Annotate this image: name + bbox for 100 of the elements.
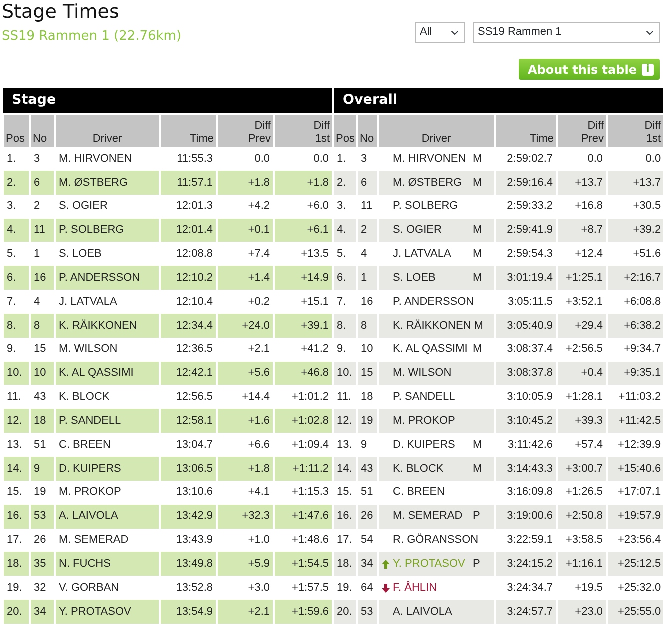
table-cell: +6.1 [274, 218, 334, 242]
info-icon: i [642, 64, 654, 76]
column-header: Time [495, 114, 558, 147]
table-cell: +1.4 [217, 266, 274, 290]
driver-name: C. BREEN [393, 485, 446, 500]
table-cell: +25:12.5 [607, 552, 663, 576]
column-header: Pos [333, 114, 358, 147]
table-cell: +3:00.7 [557, 456, 608, 481]
table-cell: 6 [30, 170, 55, 195]
stage-subtitle: SS19 Rammen 1 (22.76km) [2, 28, 182, 46]
table-cell: 13:49.8 [160, 552, 217, 576]
section-header: Overall [333, 88, 663, 114]
table-cell: 8 [357, 314, 378, 338]
table-cell: D. KUIPERS [55, 456, 160, 481]
driver-name: M. WILSON [393, 366, 453, 382]
driver-name: M. HIRVONEN [393, 152, 468, 167]
table-cell: 1 [357, 266, 378, 290]
column-header: No [30, 114, 55, 147]
class-marker: M [473, 438, 484, 453]
table-cell: M. ØSTBERG [55, 170, 160, 195]
class-marker: M [473, 176, 484, 191]
filter-dropdown[interactable]: All [415, 22, 465, 43]
table-cell: 12:42.1 [160, 362, 217, 386]
table-cell: +46.8 [274, 362, 334, 386]
table-cell: 4. [3, 218, 30, 242]
table-cell: 2:59:16.4 [495, 170, 558, 195]
table-cell: 8. [3, 314, 30, 338]
table-cell: +1.8 [217, 170, 274, 195]
table-cell: 34 [30, 600, 55, 624]
table-cell: +1:16.1 [557, 552, 608, 576]
table-cell: 3:10:45.2 [495, 409, 558, 434]
column-header: Diff 1st [607, 114, 663, 147]
driver-name: R. GÖRANSSON [393, 532, 480, 548]
table-cell: 18. [3, 552, 30, 576]
driver-name: P. SANDELL [393, 390, 456, 406]
table-cell: 13:54.9 [160, 600, 217, 624]
table-cell: +5.6 [217, 362, 274, 386]
table-cell: 10. [3, 362, 30, 386]
page-title: Stage Times [2, 1, 120, 23]
table-cell: 16. [333, 504, 358, 528]
table-cell: +1.6 [217, 409, 274, 434]
table-cell: 12:58.1 [160, 409, 217, 434]
table-cell: +2:50.8 [557, 504, 608, 528]
table-cell: 3:05:40.9 [495, 314, 558, 338]
table-cell: +23.0 [557, 600, 608, 624]
table-cell: +1.8 [274, 170, 334, 195]
table-cell: 2:59:41.9 [495, 218, 558, 242]
driver-name: M. PROKOP [393, 414, 456, 429]
table-cell: 11 [30, 218, 55, 242]
table-cell: 6. [3, 266, 30, 290]
table-cell: +14.9 [274, 266, 334, 290]
column-header: Time [160, 114, 217, 147]
table-cell: 35 [30, 552, 55, 576]
table-cell: 4. [333, 218, 358, 242]
driver-name: Y. PROTASOV [393, 557, 466, 572]
table-cell: 20. [3, 600, 30, 624]
table-cell: N. FUCHS [55, 552, 160, 576]
table-cell: 12:01.4 [160, 218, 217, 242]
table-cell: +2:16.7 [607, 266, 663, 290]
table-cell: 10 [30, 362, 55, 386]
table-cell: +0.1 [217, 218, 274, 242]
table-cell: 26 [357, 504, 378, 528]
driver-name: D. KUIPERS [393, 438, 456, 453]
table-cell: 19 [357, 409, 378, 434]
driver-name: S. OGIER [393, 223, 443, 238]
table-cell: K. RÄIKKONEN [55, 314, 160, 338]
table-cell: +2.1 [217, 600, 274, 624]
table-cell: 3:08:37.8 [495, 362, 558, 386]
table-cell: +1:54.5 [274, 552, 334, 576]
table-cell: 14. [3, 456, 30, 481]
table-cell: 10. [333, 362, 358, 386]
table-cell: +1:47.6 [274, 504, 334, 528]
driver-name: P. SOLBERG [393, 199, 460, 214]
driver-name: S. LOEB [393, 270, 437, 286]
table-cell: +1:11.2 [274, 456, 334, 481]
table-cell: +9:35.1 [607, 362, 663, 386]
table-cell: P. SOLBERG [55, 218, 160, 242]
table-cell: 13:06.5 [160, 456, 217, 481]
table-cell: 43 [357, 456, 378, 481]
table-cell: 18 [30, 409, 55, 434]
down-arrow-icon [382, 584, 390, 593]
driver-name: K. BLOCK [393, 462, 445, 477]
class-marker: M [473, 270, 484, 286]
table-cell: +13.7 [607, 170, 663, 195]
table-cell: 8. [333, 314, 358, 338]
table-cell: 3:01:19.4 [495, 266, 558, 290]
table-cell: 15 [357, 362, 378, 386]
class-marker: M [473, 462, 484, 477]
filter-dropdown[interactable]: SS19 Rammen 1 [473, 22, 660, 43]
table-cell: +25:55.0 [607, 600, 663, 624]
table-cell: 3:19:00.6 [495, 504, 558, 528]
class-marker: M [473, 152, 484, 167]
table-cell: +32.3 [217, 504, 274, 528]
table-cell: Y. PROTASOV [55, 600, 160, 624]
table-cell: +1.8 [217, 456, 274, 481]
table-cell: +24.0 [217, 314, 274, 338]
table-cell: 12. [333, 409, 358, 434]
column-header: No [357, 114, 378, 147]
table-cell: +6:38.2 [607, 314, 663, 338]
table-cell: +19:57.9 [607, 504, 663, 528]
